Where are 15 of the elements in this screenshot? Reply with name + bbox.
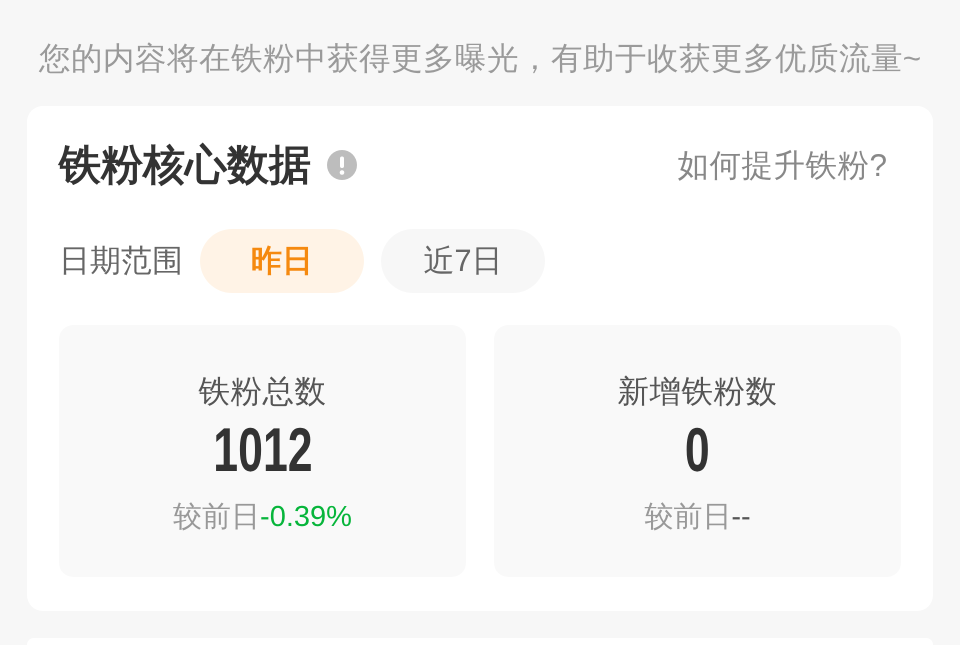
compare-label: 较前日: [644, 500, 732, 535]
date-range-tab[interactable]: 昨日: [200, 229, 364, 293]
stat-value: 0: [685, 421, 710, 481]
stat-value: 1012: [212, 421, 312, 481]
info-banner-text: 您的内容将在铁粉中获得更多曝光，有助于收获更多优质流量~: [38, 40, 922, 76]
help-link[interactable]: 如何提升铁粉?: [677, 145, 887, 185]
stat-label: 新增铁粉数: [618, 372, 778, 411]
stat-label: 铁粉总数: [198, 372, 326, 411]
date-range-tab[interactable]: 近7日: [381, 229, 545, 293]
change-value: --: [731, 500, 751, 535]
change-value: -0.39%: [260, 500, 352, 535]
info-icon[interactable]: [327, 150, 357, 180]
compare-label: 较前日: [173, 500, 260, 535]
card-title: 铁粉核心数据: [59, 143, 311, 187]
date-range-label: 日期范围: [59, 242, 183, 280]
